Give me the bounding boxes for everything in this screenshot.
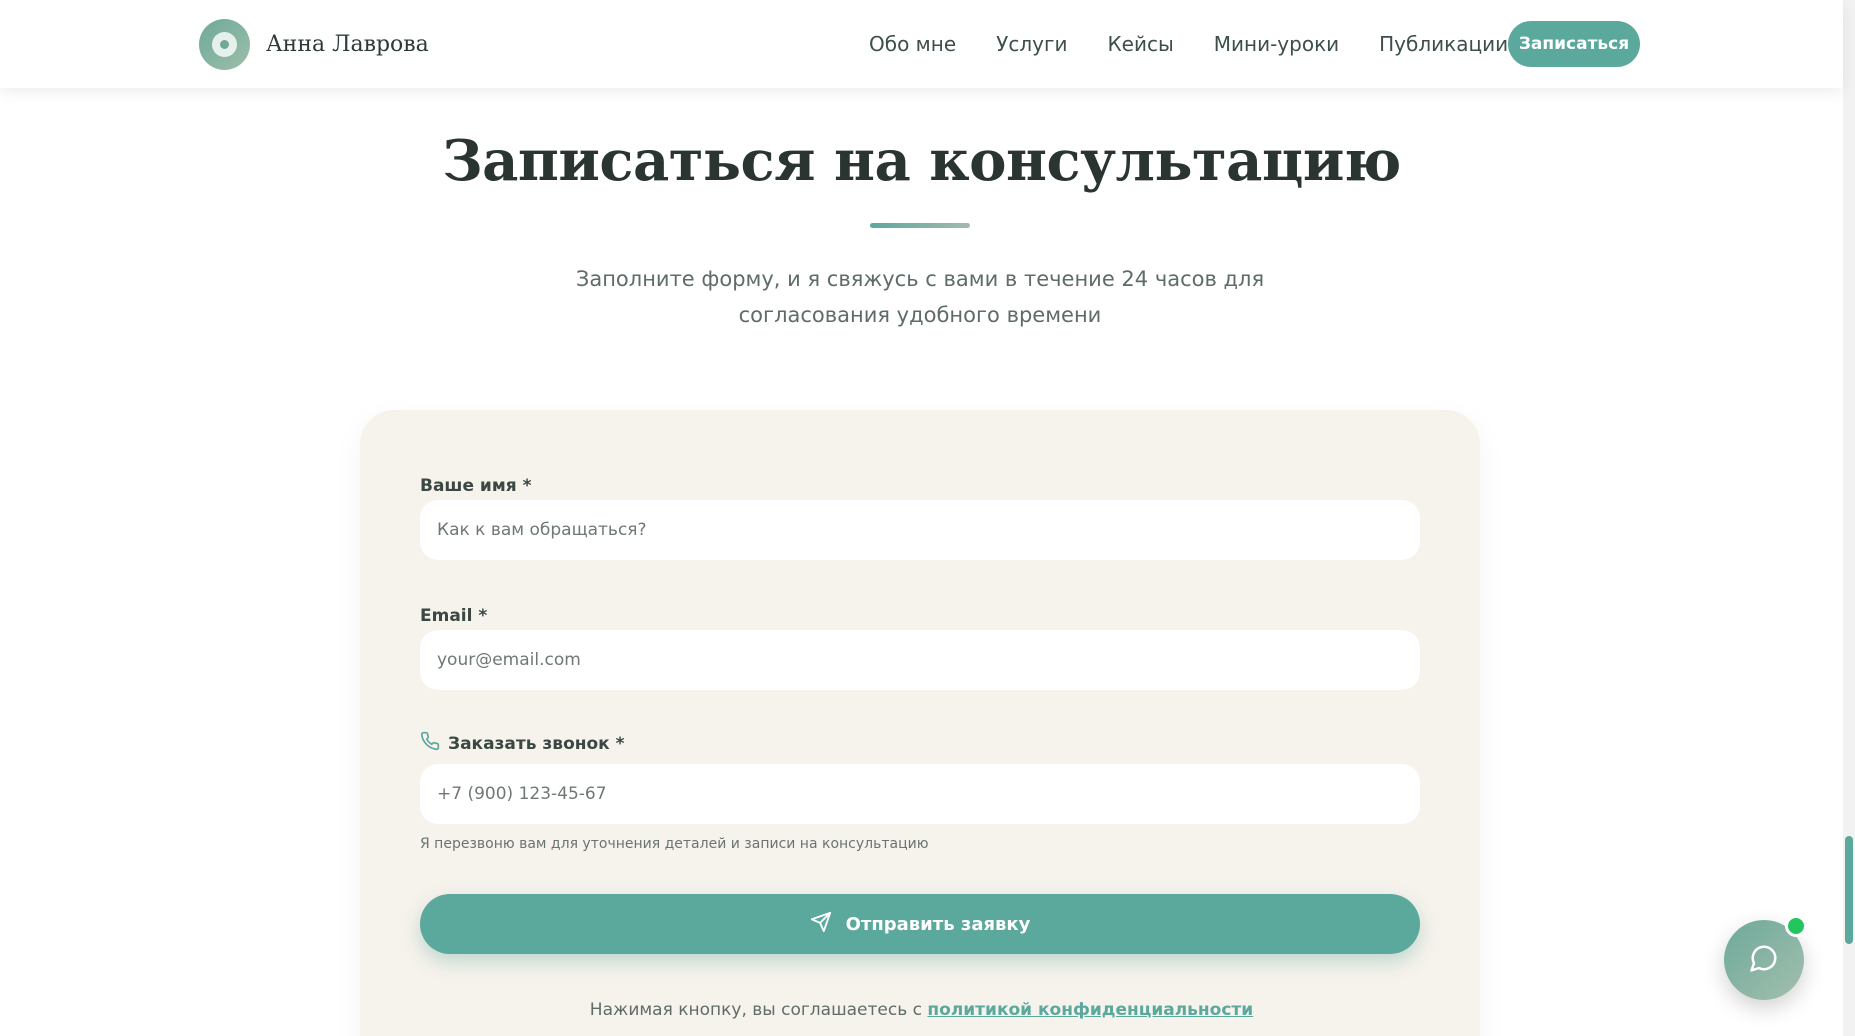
submit-button[interactable]: Отправить заявку [420, 894, 1420, 954]
circle-target-icon [199, 19, 250, 70]
main-nav: Обо мне Услуги Кейсы Мини-уроки Публикац… [869, 0, 1548, 88]
send-icon [810, 911, 832, 938]
site-header: Анна Лаврова Обо мне Услуги Кейсы Мини-у… [0, 0, 1843, 88]
title-underline [870, 223, 970, 228]
nav-item-cases[interactable]: Кейсы [1107, 32, 1173, 56]
chat-bubble-icon [1749, 943, 1779, 977]
name-label: Ваше имя * [420, 476, 532, 496]
consent-text: Нажимая кнопку, вы соглашаетесь с полити… [0, 1000, 1843, 1020]
nav-item-mini-lessons[interactable]: Мини-уроки [1214, 32, 1339, 56]
nav-item-about[interactable]: Обо мне [869, 32, 956, 56]
online-indicator [1785, 915, 1807, 937]
brand-name: Анна Лаврова [266, 32, 429, 57]
phone-label: Заказать звонок * [448, 733, 625, 754]
submit-label: Отправить заявку [845, 913, 1031, 935]
phone-icon [420, 731, 440, 756]
name-input[interactable] [420, 500, 1420, 560]
scrollbar-thumb[interactable] [1845, 836, 1853, 944]
page-scrollbar[interactable] [1843, 0, 1855, 1036]
nav-item-services[interactable]: Услуги [996, 32, 1067, 56]
privacy-policy-link[interactable]: политикой конфиденциальности [927, 1000, 1253, 1020]
phone-hint: Я перезвоню вам для уточнения деталей и … [420, 836, 929, 852]
page-title: Записаться на консультацию [442, 128, 1401, 194]
consent-prefix: Нажимая кнопку, вы соглашаетесь с [589, 1000, 928, 1020]
email-input[interactable] [420, 630, 1420, 690]
signup-button[interactable]: Записаться [1508, 21, 1640, 67]
page-subtitle: Заполните форму, и я свяжусь с вами в те… [575, 267, 1265, 327]
nav-item-publications[interactable]: Публикации [1379, 32, 1508, 56]
phone-label-row: Заказать звонок * [420, 731, 625, 756]
email-label: Email * [420, 606, 488, 626]
brand-logo[interactable]: Анна Лаврова [199, 19, 429, 70]
phone-input[interactable] [420, 764, 1420, 824]
